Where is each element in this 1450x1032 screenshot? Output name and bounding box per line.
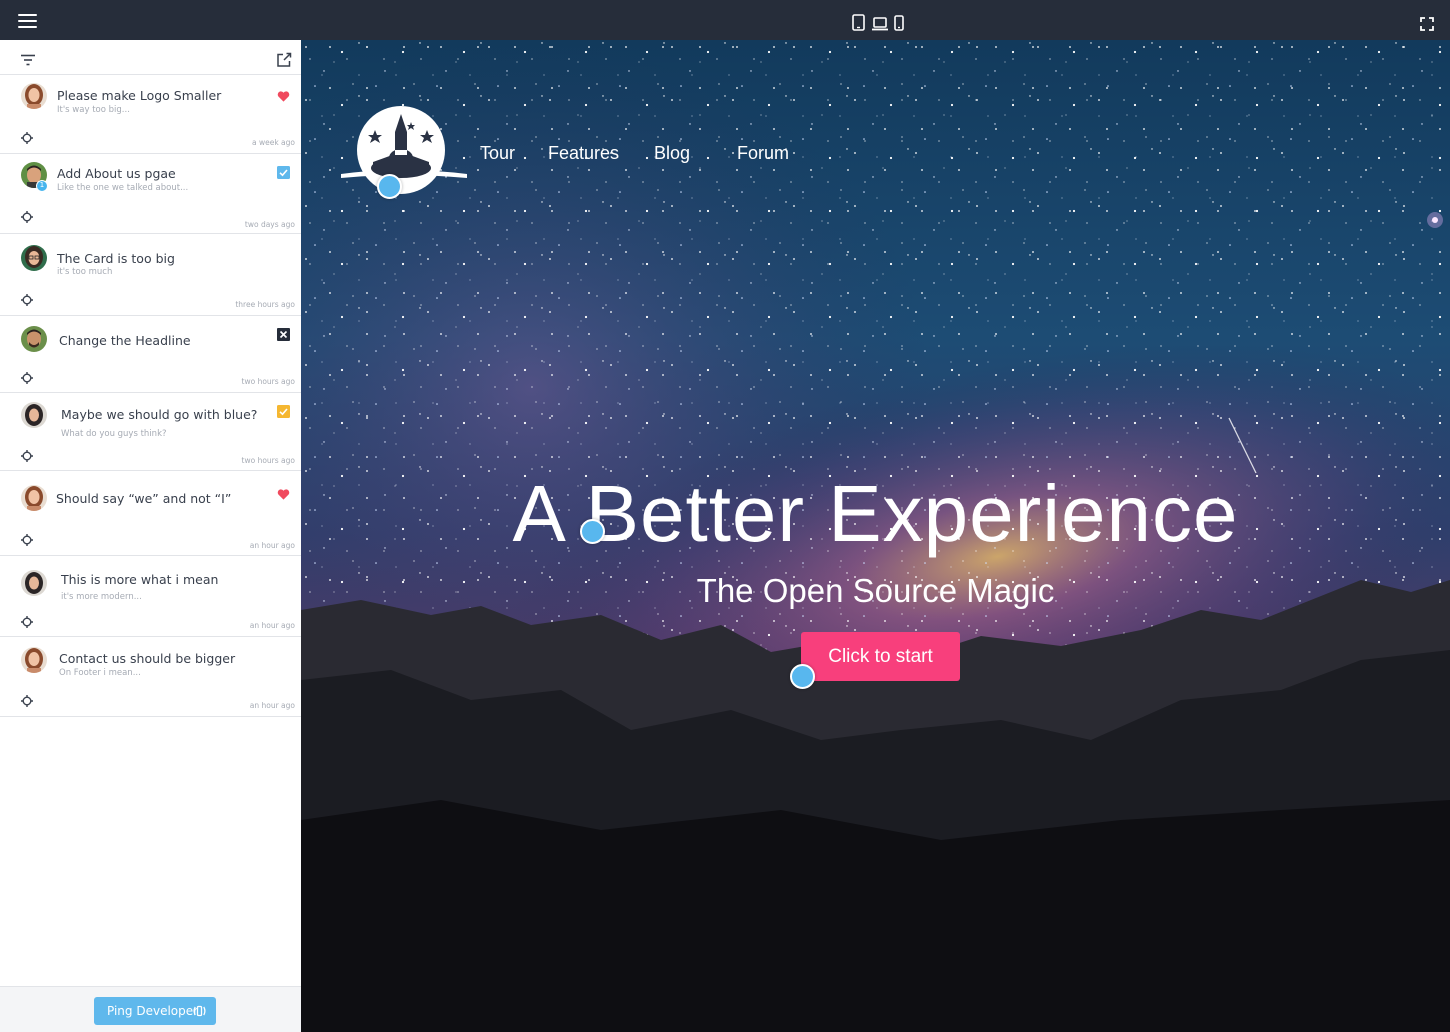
website-preview: Tour Features Blog Forum A Better Experi…	[301, 40, 1450, 1032]
sidebar-header	[0, 40, 301, 75]
ping-developer-button[interactable]: Ping Developer	[94, 997, 216, 1025]
phone-icon[interactable]	[893, 14, 905, 32]
avatar	[21, 83, 47, 109]
hero-subheadline: The Open Source Magic	[696, 572, 1055, 609]
notification-badge: 1	[36, 180, 48, 192]
comment-time: two hours ago	[241, 456, 295, 465]
comment-item[interactable]: The Card is too big it's too much three …	[0, 234, 301, 316]
comment-title: Maybe we should go with blue?	[61, 407, 258, 422]
comment-pin[interactable]	[377, 174, 402, 199]
locate-target-icon[interactable]	[21, 211, 33, 223]
comment-pin[interactable]	[790, 664, 815, 689]
locate-target-icon[interactable]	[21, 372, 33, 384]
fullscreen-icon[interactable]	[1420, 17, 1434, 31]
comment-time: two days ago	[244, 220, 295, 229]
open-external-icon[interactable]	[276, 52, 292, 68]
laptop-icon[interactable]	[871, 14, 889, 32]
comment-subtitle: Like the one we talked about...	[57, 183, 189, 193]
click-to-start-button[interactable]: Click to start	[801, 632, 960, 681]
comments-sidebar: Please make Logo Smaller It's way too bi…	[0, 40, 301, 1032]
comment-subtitle: it's more modern...	[61, 592, 142, 602]
comment-item[interactable]: Should say “we” and not “I” an hour ago	[0, 471, 301, 556]
tablet-icon[interactable]	[851, 14, 867, 32]
comment-title: Should say “we” and not “I”	[56, 491, 232, 506]
device-switcher	[851, 14, 907, 32]
comment-item[interactable]: This is more what i mean it's more moder…	[0, 556, 301, 637]
checkbox-checked-icon[interactable]	[277, 405, 290, 418]
comment-time: an hour ago	[249, 541, 295, 550]
comment-time: an hour ago	[249, 701, 295, 710]
nav-blog[interactable]: Blog	[654, 143, 690, 164]
comment-title: Contact us should be bigger	[59, 651, 236, 666]
comment-subtitle: It's way too big...	[57, 105, 130, 115]
avatar	[21, 485, 47, 511]
avatar	[21, 402, 47, 428]
avatar	[21, 647, 47, 673]
top-bar	[0, 0, 1450, 40]
comment-title: This is more what i mean	[61, 572, 219, 587]
comment-subtitle: On Footer i mean...	[59, 668, 141, 678]
locate-target-icon[interactable]	[21, 132, 33, 144]
comment-subtitle: it's too much	[57, 267, 113, 277]
heart-icon[interactable]	[277, 488, 290, 501]
comment-pin[interactable]	[580, 519, 605, 544]
locate-target-icon[interactable]	[21, 695, 33, 707]
site-logo[interactable]	[341, 102, 467, 212]
avatar	[21, 326, 47, 352]
comment-title: Add About us pgae	[57, 166, 176, 181]
nav-tour[interactable]: Tour	[480, 143, 515, 164]
comment-item[interactable]: Change the Headline two hours ago	[0, 316, 301, 393]
comment-time: two hours ago	[241, 377, 295, 386]
locate-target-icon[interactable]	[21, 534, 33, 546]
comment-time: three hours ago	[235, 300, 295, 309]
hero-headline: A Better Experience	[512, 469, 1239, 558]
comment-item[interactable]: 1 Add About us pgae Like the one we talk…	[0, 154, 301, 234]
comment-time: an hour ago	[249, 621, 295, 630]
locate-target-icon[interactable]	[21, 294, 33, 306]
avatar	[21, 570, 47, 596]
ping-developer-label: Ping Developer	[107, 1004, 199, 1018]
comment-title: Change the Headline	[59, 333, 191, 348]
comment-time: a week ago	[251, 138, 295, 147]
filter-icon[interactable]	[20, 54, 36, 66]
hamburger-menu-icon[interactable]	[18, 13, 38, 29]
locate-target-icon[interactable]	[21, 450, 33, 462]
avatar	[21, 245, 47, 271]
locate-target-icon[interactable]	[21, 616, 33, 628]
checkbox-checked-icon[interactable]	[277, 166, 290, 179]
sound-waves-icon	[193, 1005, 206, 1017]
nav-features[interactable]: Features	[548, 143, 619, 164]
comment-item[interactable]: Maybe we should go with blue? What do yo…	[0, 393, 301, 471]
comment-item[interactable]: Contact us should be bigger On Footer i …	[0, 637, 301, 717]
nav-forum[interactable]: Forum	[737, 143, 789, 164]
comment-subtitle: What do you guys think?	[61, 429, 167, 439]
comment-title: Please make Logo Smaller	[57, 88, 222, 103]
comment-title: The Card is too big	[57, 251, 175, 266]
comment-item[interactable]: Please make Logo Smaller It's way too bi…	[0, 75, 301, 154]
close-box-icon[interactable]	[277, 328, 290, 341]
heart-icon[interactable]	[277, 90, 290, 103]
sidebar-footer: Ping Developer	[0, 986, 301, 1032]
